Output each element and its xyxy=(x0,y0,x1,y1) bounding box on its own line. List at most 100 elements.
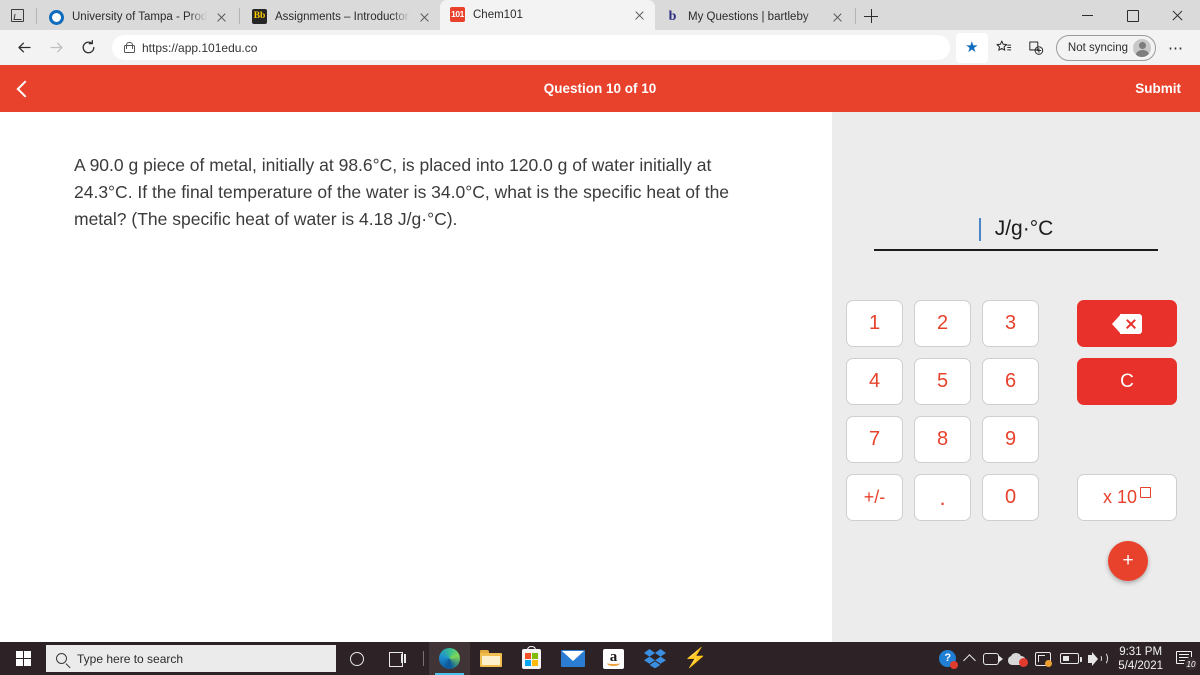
dropbox-icon xyxy=(643,649,666,669)
clear-button[interactable]: C xyxy=(1077,358,1177,405)
key-plus-minus[interactable]: +/- xyxy=(846,474,903,521)
refresh-icon[interactable] xyxy=(72,33,104,63)
start-button[interactable] xyxy=(0,642,46,675)
key-7[interactable]: 7 xyxy=(846,416,903,463)
profile-button[interactable]: Not syncing xyxy=(1055,34,1156,61)
key-6[interactable]: 6 xyxy=(982,358,1039,405)
bartleby-icon: b xyxy=(668,9,677,24)
taskbar-edge-button[interactable] xyxy=(429,642,470,675)
taskbar-slack-button[interactable]: ⚡ xyxy=(675,642,716,675)
chem101-icon: 101 xyxy=(450,7,466,23)
task-view-button[interactable] xyxy=(377,642,418,675)
search-icon xyxy=(56,653,67,664)
browser-tab-3-label: Chem101 xyxy=(473,9,523,21)
battery-icon[interactable] xyxy=(1060,653,1082,664)
show-hidden-icons-icon[interactable] xyxy=(963,653,977,667)
settings-ellipsis-icon[interactable]: ⋯ xyxy=(1160,33,1192,63)
backspace-button[interactable] xyxy=(1077,300,1177,347)
maximize-window-button[interactable] xyxy=(1110,0,1155,30)
edge-icon xyxy=(439,648,460,669)
question-text: A 90.0 g piece of metal, initially at 98… xyxy=(74,155,730,229)
camera-icon[interactable] xyxy=(983,652,1004,665)
volume-icon[interactable] xyxy=(1088,651,1109,666)
browser-tab-1[interactable]: University of Tampa - Prod - My xyxy=(39,4,237,30)
blackboard-icon: Bb xyxy=(252,9,268,25)
address-bar[interactable]: https://app.101edu.co xyxy=(112,35,950,60)
start-icon xyxy=(15,651,31,667)
clock-time: 9:31 PM xyxy=(1119,645,1163,658)
backspace-icon xyxy=(1112,313,1142,334)
back-button[interactable] xyxy=(0,65,44,112)
help-icon[interactable]: ? xyxy=(939,650,959,669)
exponent-placeholder-box xyxy=(1140,487,1152,498)
question-progress-title: Question 10 of 10 xyxy=(543,81,657,96)
browser-tab-strip: University of Tampa - Prod - My Bb Assig… xyxy=(0,0,1200,30)
taskbar-store-button[interactable] xyxy=(511,642,552,675)
collections-icon[interactable] xyxy=(1020,33,1052,63)
cortana-icon xyxy=(349,651,364,666)
exponent-button[interactable]: x 10 xyxy=(1077,474,1177,521)
tab-divider xyxy=(239,8,240,24)
browser-tab-1-label: University of Tampa - Prod - My xyxy=(72,11,207,23)
windows-taskbar: Type here to search a ⚡ ? 9:31 PM 5/4/20… xyxy=(0,642,1200,675)
answer-unit-label: J/g·°C xyxy=(994,217,1054,240)
clock-date: 5/4/2021 xyxy=(1118,659,1163,672)
taskbar-mail-button[interactable] xyxy=(552,642,593,675)
taskbar-divider xyxy=(423,651,424,666)
address-bar-url: https://app.101edu.co xyxy=(142,40,258,55)
key-5[interactable]: 5 xyxy=(914,358,971,405)
lock-icon xyxy=(124,42,135,53)
close-tab-2-icon[interactable] xyxy=(417,10,432,25)
back-icon[interactable] xyxy=(8,33,40,63)
notifications-button[interactable]: 10 xyxy=(1176,650,1198,671)
display-icon[interactable] xyxy=(1035,651,1053,667)
slack-icon: ⚡ xyxy=(683,648,708,669)
file-explorer-icon xyxy=(479,650,502,667)
forward-icon[interactable] xyxy=(40,33,72,63)
browser-tab-4-label: My Questions | bartleby xyxy=(688,11,809,23)
key-4[interactable]: 4 xyxy=(846,358,903,405)
favorites-icon[interactable] xyxy=(988,33,1020,63)
favorite-star-icon[interactable]: ★ xyxy=(955,32,988,63)
browser-tab-4[interactable]: b My Questions | bartleby xyxy=(655,4,853,30)
screen: University of Tampa - Prod - My Bb Assig… xyxy=(0,0,1200,675)
key-1[interactable]: 1 xyxy=(846,300,903,347)
new-tab-button[interactable] xyxy=(858,3,884,29)
key-decimal-point[interactable]: . xyxy=(914,474,971,521)
avatar xyxy=(1133,38,1151,57)
tab-divider xyxy=(855,8,856,24)
microsoft-store-icon xyxy=(522,645,541,669)
minimize-window-button[interactable] xyxy=(1065,0,1110,30)
taskbar-clock[interactable]: 9:31 PM 5/4/2021 xyxy=(1114,645,1167,673)
submit-button[interactable]: Submit xyxy=(1135,81,1181,96)
task-view-icon xyxy=(389,652,406,667)
add-answer-button[interactable]: + xyxy=(1108,541,1148,581)
key-2[interactable]: 2 xyxy=(914,300,971,347)
system-tray: ? 9:31 PM 5/4/2021 10 xyxy=(939,645,1200,673)
chevron-left-icon xyxy=(16,80,33,97)
browser-tab-3-active[interactable]: 101 Chem101 xyxy=(440,0,655,30)
system-menu-button[interactable] xyxy=(0,0,34,30)
key-8[interactable]: 8 xyxy=(914,416,971,463)
browser-tab-2[interactable]: Bb Assignments – Introductory Che xyxy=(242,4,440,30)
question-pane: A 90.0 g piece of metal, initially at 98… xyxy=(0,112,832,642)
taskbar-dropbox-button[interactable] xyxy=(634,642,675,675)
taskbar-search-placeholder: Type here to search xyxy=(77,651,184,666)
mail-icon xyxy=(560,650,585,667)
cortana-button[interactable] xyxy=(336,642,377,675)
taskbar-search-input[interactable]: Type here to search xyxy=(46,645,336,672)
close-tab-1-icon[interactable] xyxy=(214,10,229,25)
close-window-button[interactable] xyxy=(1155,0,1200,30)
key-9[interactable]: 9 xyxy=(982,416,1039,463)
answer-pane: J/g·°C 1 2 3 4 5 6 7 8 9 +/- . 0 C x 10 … xyxy=(832,112,1200,642)
taskbar-file-explorer-button[interactable] xyxy=(470,642,511,675)
notification-count: 10 xyxy=(1184,656,1198,671)
close-tab-4-icon[interactable] xyxy=(830,10,845,25)
exponent-label: x 10 xyxy=(1102,487,1138,507)
close-tab-3-icon[interactable] xyxy=(632,8,647,23)
onedrive-icon[interactable] xyxy=(1008,652,1029,667)
taskbar-amazon-button[interactable]: a xyxy=(593,642,634,675)
key-3[interactable]: 3 xyxy=(982,300,1039,347)
key-0[interactable]: 0 xyxy=(982,474,1039,521)
answer-input[interactable]: J/g·°C xyxy=(874,217,1158,251)
